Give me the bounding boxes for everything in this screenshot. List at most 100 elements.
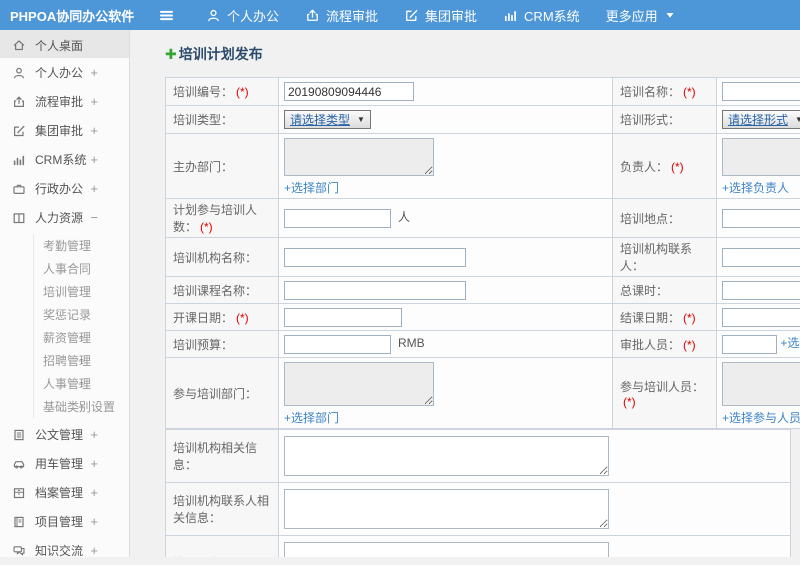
sidebar-subitem-hr-contract[interactable]: 人事合同 <box>34 257 129 280</box>
nav-crm[interactable]: CRM系统 <box>503 6 580 25</box>
chart-icon <box>12 153 26 167</box>
sidebar-subitem-label: 人事合同 <box>43 262 92 276</box>
sidebar-subitem-reward-record[interactable]: 奖惩记录 <box>34 303 129 326</box>
course-name-input[interactable] <box>284 280 466 300</box>
expand-icon[interactable]: + <box>90 456 98 471</box>
training-no-input[interactable] <box>284 82 414 101</box>
field-label: 培训机构联系人相关信息： <box>173 494 270 525</box>
sidebar-item-label: CRM系统 <box>35 153 87 167</box>
field-label: 参与培训人员： <box>620 379 705 394</box>
expand-icon[interactable]: + <box>90 543 98 558</box>
end-date-input[interactable] <box>722 307 800 327</box>
training-type-select[interactable]: 请选择类型 ▼ <box>284 110 371 129</box>
org-contact-info-textarea[interactable] <box>284 489 609 529</box>
budget-input[interactable] <box>284 334 391 354</box>
expand-icon[interactable]: + <box>90 427 98 442</box>
required-mark: (*) <box>671 159 684 174</box>
field-label: 培训编号： <box>173 85 234 99</box>
expand-icon[interactable]: + <box>90 65 98 80</box>
expand-icon[interactable]: + <box>78 354 85 368</box>
sidebar-item-group-approval[interactable]: 集团审批 + <box>0 116 129 145</box>
sidebar-item-crm[interactable]: CRM系统 + <box>0 145 129 174</box>
expand-icon[interactable]: + <box>90 123 98 138</box>
training-location-input[interactable] <box>722 208 800 228</box>
book-icon <box>12 211 26 225</box>
nav-group-approval[interactable]: 集团审批 <box>404 6 477 25</box>
select-approver-link[interactable]: +选择审批人 <box>780 336 800 350</box>
expand-icon[interactable]: + <box>78 400 85 414</box>
sidebar-item-vehicle-mgmt[interactable]: 用车管理 + <box>0 449 129 478</box>
nav-workflow-approval[interactable]: 流程审批 <box>305 6 378 25</box>
sidebar-item-label: 人力资源 <box>35 211 84 225</box>
expand-icon[interactable]: + <box>90 485 98 500</box>
expand-icon[interactable]: + <box>90 181 98 196</box>
org-contact-input[interactable] <box>722 247 800 267</box>
planned-participants-input[interactable] <box>284 208 391 228</box>
participate-dept-textarea[interactable] <box>284 362 434 406</box>
user-icon <box>12 66 26 80</box>
required-mark: (*) <box>200 220 213 234</box>
sidebar-item-label: 集团审批 <box>35 124 84 138</box>
sidebar-item-project-mgmt[interactable]: 项目管理 + <box>0 507 129 536</box>
sidebar-subitem-label: 考勤管理 <box>43 239 92 253</box>
select-leader-link[interactable]: +选择负责人 <box>722 179 789 196</box>
sidebar-item-personal-desktop[interactable]: 个人桌面 <box>0 30 129 58</box>
select-participants-link[interactable]: +选择参与人员 <box>722 409 800 426</box>
required-mark: (*) <box>236 85 249 99</box>
org-info-textarea[interactable] <box>284 436 609 476</box>
field-label: 培训课程名称： <box>173 283 258 298</box>
nav-personal-office[interactable]: 个人办公 <box>206 6 279 25</box>
start-date-input[interactable] <box>284 307 402 327</box>
menu-toggle-button[interactable] <box>158 7 180 24</box>
sidebar-subitem-training[interactable]: 培训管理 <box>34 280 129 303</box>
sidebar-subitem-attendance[interactable]: 考勤管理 <box>34 234 129 257</box>
sidebar: 个人桌面 个人办公 + 流程审批 + 集团审批 + CRM系统 + 行政办公 + <box>0 30 130 558</box>
sidebar-item-admin-office[interactable]: 行政办公 + <box>0 174 129 203</box>
field-label: 培训形式： <box>620 113 681 127</box>
sidebar-item-document-mgmt[interactable]: 公文管理 + <box>0 420 129 449</box>
expand-icon[interactable]: + <box>90 94 98 109</box>
sidebar-item-hr[interactable]: 人力资源 − <box>0 203 129 232</box>
sidebar-subitem-recruitment[interactable]: 招聘管理 + <box>34 349 129 372</box>
approver-input[interactable] <box>722 334 777 354</box>
sidebar-subitem-salary[interactable]: 薪资管理 + <box>34 326 129 349</box>
expand-icon[interactable]: + <box>90 514 98 529</box>
sidebar-item-archive-mgmt[interactable]: 档案管理 + <box>0 478 129 507</box>
notebook-icon <box>12 515 26 529</box>
training-name-input[interactable] <box>722 82 800 101</box>
select-dept-link[interactable]: +选择部门 <box>284 409 339 426</box>
sidebar-item-label: 公文管理 <box>35 428 84 442</box>
chart-icon <box>503 8 518 23</box>
sidebar-subitem-personnel[interactable]: 人事管理 + <box>34 372 129 395</box>
sidebar-subitem-base-category[interactable]: 基础类别设置 + <box>34 395 129 418</box>
sidebar-item-label: 项目管理 <box>35 515 84 529</box>
sidebar-item-label: 用车管理 <box>35 457 84 471</box>
sidebar-item-workflow-approval[interactable]: 流程审批 + <box>0 87 129 116</box>
training-form-select[interactable]: 请选择形式 ▼ <box>722 110 800 129</box>
host-dept-textarea[interactable] <box>284 138 434 176</box>
participants-textarea[interactable] <box>722 362 800 406</box>
sidebar-item-knowledge-exchange[interactable]: 知识交流 + <box>0 536 129 565</box>
required-mark: (*) <box>236 310 249 325</box>
field-label: 结课日期： <box>620 310 681 325</box>
nav-label: 更多应用 <box>605 8 658 24</box>
car-icon <box>12 457 26 471</box>
org-name-input[interactable] <box>284 247 466 267</box>
total-hours-input[interactable] <box>722 280 800 300</box>
field-label: 主办部门： <box>173 159 234 174</box>
home-icon <box>12 38 26 52</box>
training-require-textarea[interactable] <box>284 542 609 557</box>
select-dept-link[interactable]: +选择部门 <box>284 179 339 196</box>
field-label: 培训预算： <box>173 337 234 352</box>
expand-icon[interactable]: + <box>90 152 98 167</box>
sidebar-item-personal-office[interactable]: 个人办公 + <box>0 58 129 87</box>
dropdown-arrow-icon: ▼ <box>795 115 800 124</box>
field-label: 培训地点： <box>620 211 681 226</box>
expand-icon[interactable]: + <box>78 331 85 345</box>
upload-icon <box>305 8 320 23</box>
collapse-icon[interactable]: − <box>90 210 98 225</box>
expand-icon[interactable]: + <box>78 377 85 391</box>
nav-more-apps[interactable]: 更多应用 <box>606 6 675 25</box>
leader-textarea[interactable] <box>722 138 800 176</box>
sidebar-item-label: 流程审批 <box>35 95 84 109</box>
